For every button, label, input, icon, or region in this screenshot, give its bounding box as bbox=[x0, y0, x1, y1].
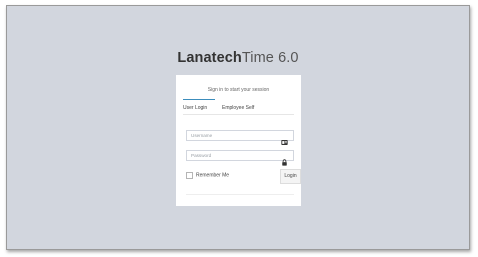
id-card-icon bbox=[281, 133, 288, 145]
login-box-message: Sign in to start your session bbox=[207, 87, 270, 93]
tab-employee-self-label: Employee Self bbox=[222, 105, 255, 111]
login-button[interactable]: Login bbox=[280, 169, 301, 184]
login-tabs: User Login Employee Self bbox=[183, 99, 294, 115]
logo-brand: Lanatech bbox=[177, 50, 242, 66]
password-input[interactable] bbox=[187, 151, 281, 160]
page-background: LanatechTime 6.0 Sign in to start your s… bbox=[6, 5, 470, 250]
tab-user-login-label: User Login bbox=[183, 105, 208, 111]
tab-employee-self[interactable]: Employee Self bbox=[222, 105, 254, 111]
password-field bbox=[186, 150, 294, 166]
card-divider bbox=[186, 194, 294, 195]
login-card: Sign in to start your session User Login… bbox=[176, 75, 301, 206]
remember-me-label: Remember Me bbox=[196, 172, 230, 179]
logo-product: Time 6.0 bbox=[241, 50, 299, 66]
tab-user-login[interactable]: User Login bbox=[183, 99, 215, 111]
username-input[interactable] bbox=[187, 131, 281, 140]
remember-me[interactable]: Remember Me bbox=[186, 172, 229, 182]
app-logo: LanatechTime 6.0 bbox=[7, 50, 469, 66]
lock-icon bbox=[281, 153, 288, 166]
username-field bbox=[186, 130, 294, 145]
active-tab-indicator bbox=[183, 99, 215, 100]
remember-me-checkbox[interactable] bbox=[186, 172, 193, 179]
